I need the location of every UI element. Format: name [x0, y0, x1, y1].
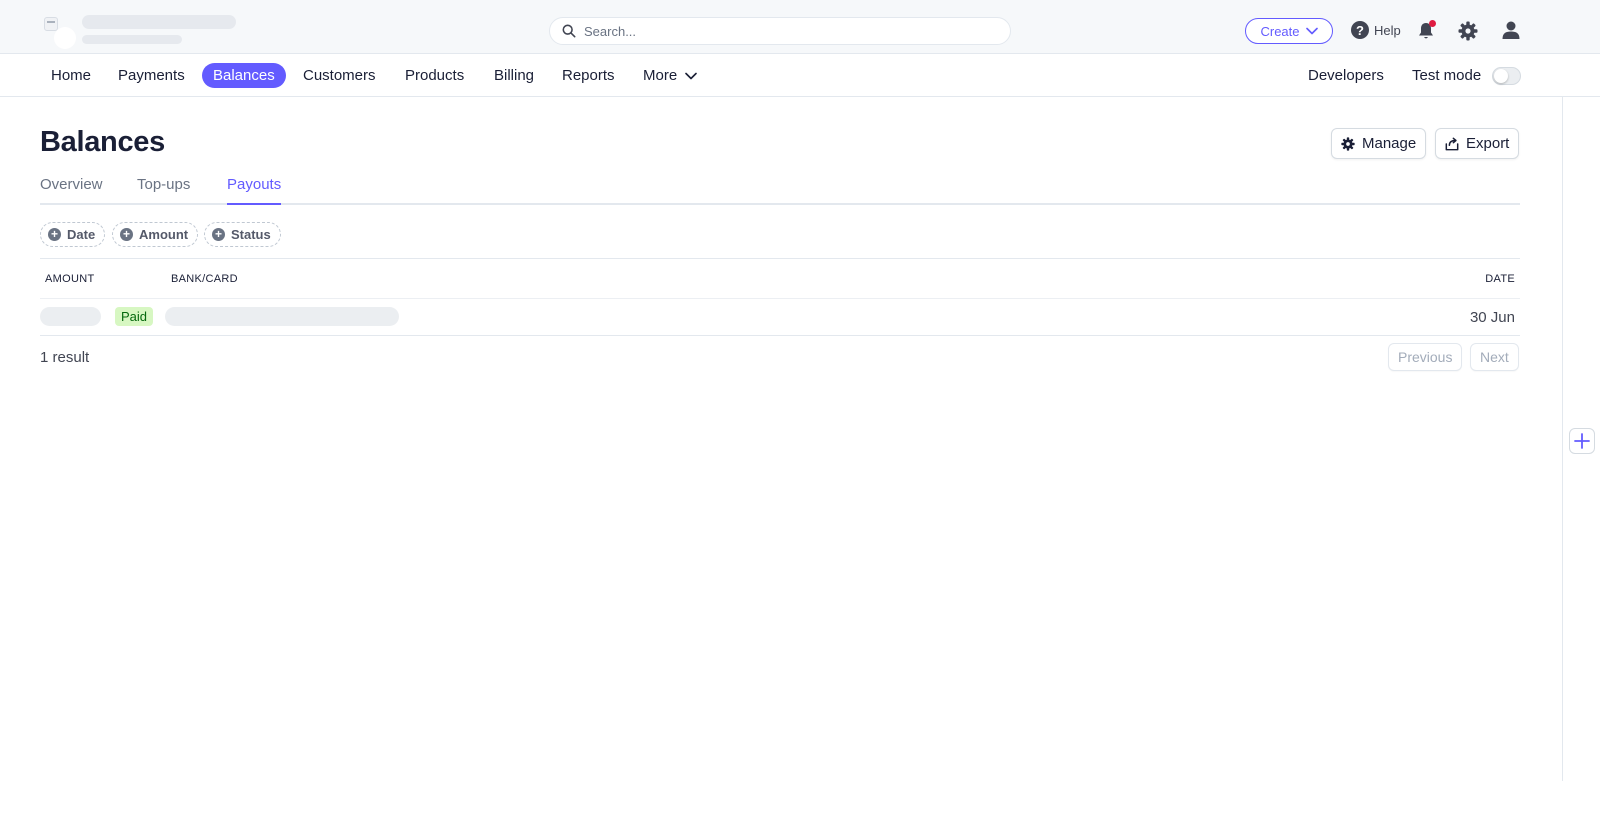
filter-label: Date	[67, 227, 96, 242]
nav-item-label: More	[643, 67, 678, 84]
tab-top-ups[interactable]: Top-ups	[137, 176, 190, 205]
filter-amount[interactable]: + Amount	[112, 222, 199, 247]
nav-item-customers[interactable]: Customers	[292, 63, 387, 88]
column-header-bank-card: BANK/CARD	[171, 273, 238, 285]
gear-icon	[1458, 21, 1478, 41]
filter-label: Status	[231, 227, 271, 242]
amount-placeholder	[40, 307, 101, 326]
column-header-amount: AMOUNT	[45, 273, 95, 285]
export-button-label: Export	[1466, 135, 1510, 152]
search-input[interactable]	[584, 22, 984, 40]
account-subtitle-placeholder	[82, 35, 182, 44]
settings-button[interactable]	[1458, 21, 1478, 41]
table-bottom-border	[40, 335, 1520, 336]
nav-item-billing[interactable]: Billing	[483, 63, 545, 88]
right-rail-divider	[1562, 97, 1563, 781]
account-switcher[interactable]	[40, 14, 76, 49]
add-panel-button[interactable]	[1569, 428, 1595, 454]
table-header-divider	[40, 298, 1520, 299]
notification-dot	[1429, 20, 1436, 27]
plus-circle-icon: +	[212, 228, 225, 241]
nav-item-label: Customers	[303, 67, 376, 84]
page-title: Balances	[40, 126, 165, 158]
table-top-border	[40, 258, 1520, 259]
column-header-date: DATE	[1485, 273, 1515, 285]
filter-status[interactable]: + Status	[204, 222, 281, 247]
nav-item-label: Billing	[494, 67, 535, 84]
plus-circle-icon: +	[48, 228, 61, 241]
manage-button[interactable]: Manage	[1331, 128, 1427, 159]
top-bar: Create ? Help	[0, 0, 1600, 54]
bank-card-placeholder	[165, 307, 399, 326]
test-mode-label: Test mode	[1412, 67, 1482, 84]
create-button[interactable]: Create	[1245, 18, 1333, 44]
nav-item-reports[interactable]: Reports	[551, 63, 626, 88]
account-name-placeholder	[82, 15, 236, 29]
search-icon	[562, 24, 576, 38]
developers-link[interactable]: Developers	[1308, 63, 1384, 88]
nav-item-label: Home	[51, 67, 92, 84]
account-avatar	[54, 27, 76, 49]
nav-item-home[interactable]: Home	[40, 63, 102, 88]
nav-item-products[interactable]: Products	[394, 63, 475, 88]
search-bar[interactable]	[549, 17, 1011, 45]
store-icon	[44, 17, 58, 31]
filter-label: Amount	[139, 227, 189, 242]
result-count: 1 result	[40, 349, 90, 366]
tab-payouts[interactable]: Payouts	[227, 176, 282, 205]
nav-item-label: Balances	[213, 67, 275, 84]
nav-item-label: Payments	[118, 67, 185, 84]
help-button[interactable]: ? Help	[1351, 21, 1401, 39]
profile-button[interactable]	[1501, 20, 1521, 40]
plus-circle-icon: +	[120, 228, 133, 241]
toggle-knob	[1494, 69, 1508, 83]
test-mode-toggle[interactable]	[1492, 67, 1521, 85]
help-label: Help	[1374, 22, 1401, 38]
user-icon	[1502, 21, 1520, 39]
nav-item-label: Reports	[562, 67, 615, 84]
chevron-down-icon	[1305, 27, 1318, 35]
nav-item-more[interactable]: More	[632, 63, 708, 88]
help-icon: ?	[1351, 21, 1369, 39]
status-badge: Paid	[115, 307, 154, 326]
gear-icon	[1341, 136, 1355, 151]
nav-item-payments[interactable]: Payments	[107, 63, 196, 88]
chevron-down-icon	[685, 72, 697, 79]
notifications-button[interactable]	[1417, 20, 1436, 41]
plus-icon	[1574, 433, 1590, 449]
nav-item-label: Products	[405, 67, 465, 84]
manage-button-label: Manage	[1362, 135, 1417, 152]
balances-tabs: Overview Top-ups Payouts	[40, 170, 1520, 205]
next-button[interactable]: Next	[1470, 343, 1519, 371]
nav-item-balances[interactable]: Balances	[202, 63, 286, 88]
main-nav: Home Payments Balances Customers Product…	[0, 55, 1600, 97]
filter-date[interactable]: + Date	[40, 222, 106, 247]
date-cell: 30 Jun	[1469, 309, 1515, 326]
create-button-label: Create	[1260, 23, 1300, 39]
export-icon	[1445, 137, 1459, 150]
tab-overview[interactable]: Overview	[40, 176, 103, 205]
export-button[interactable]: Export	[1435, 128, 1520, 159]
previous-button[interactable]: Previous	[1388, 343, 1463, 371]
